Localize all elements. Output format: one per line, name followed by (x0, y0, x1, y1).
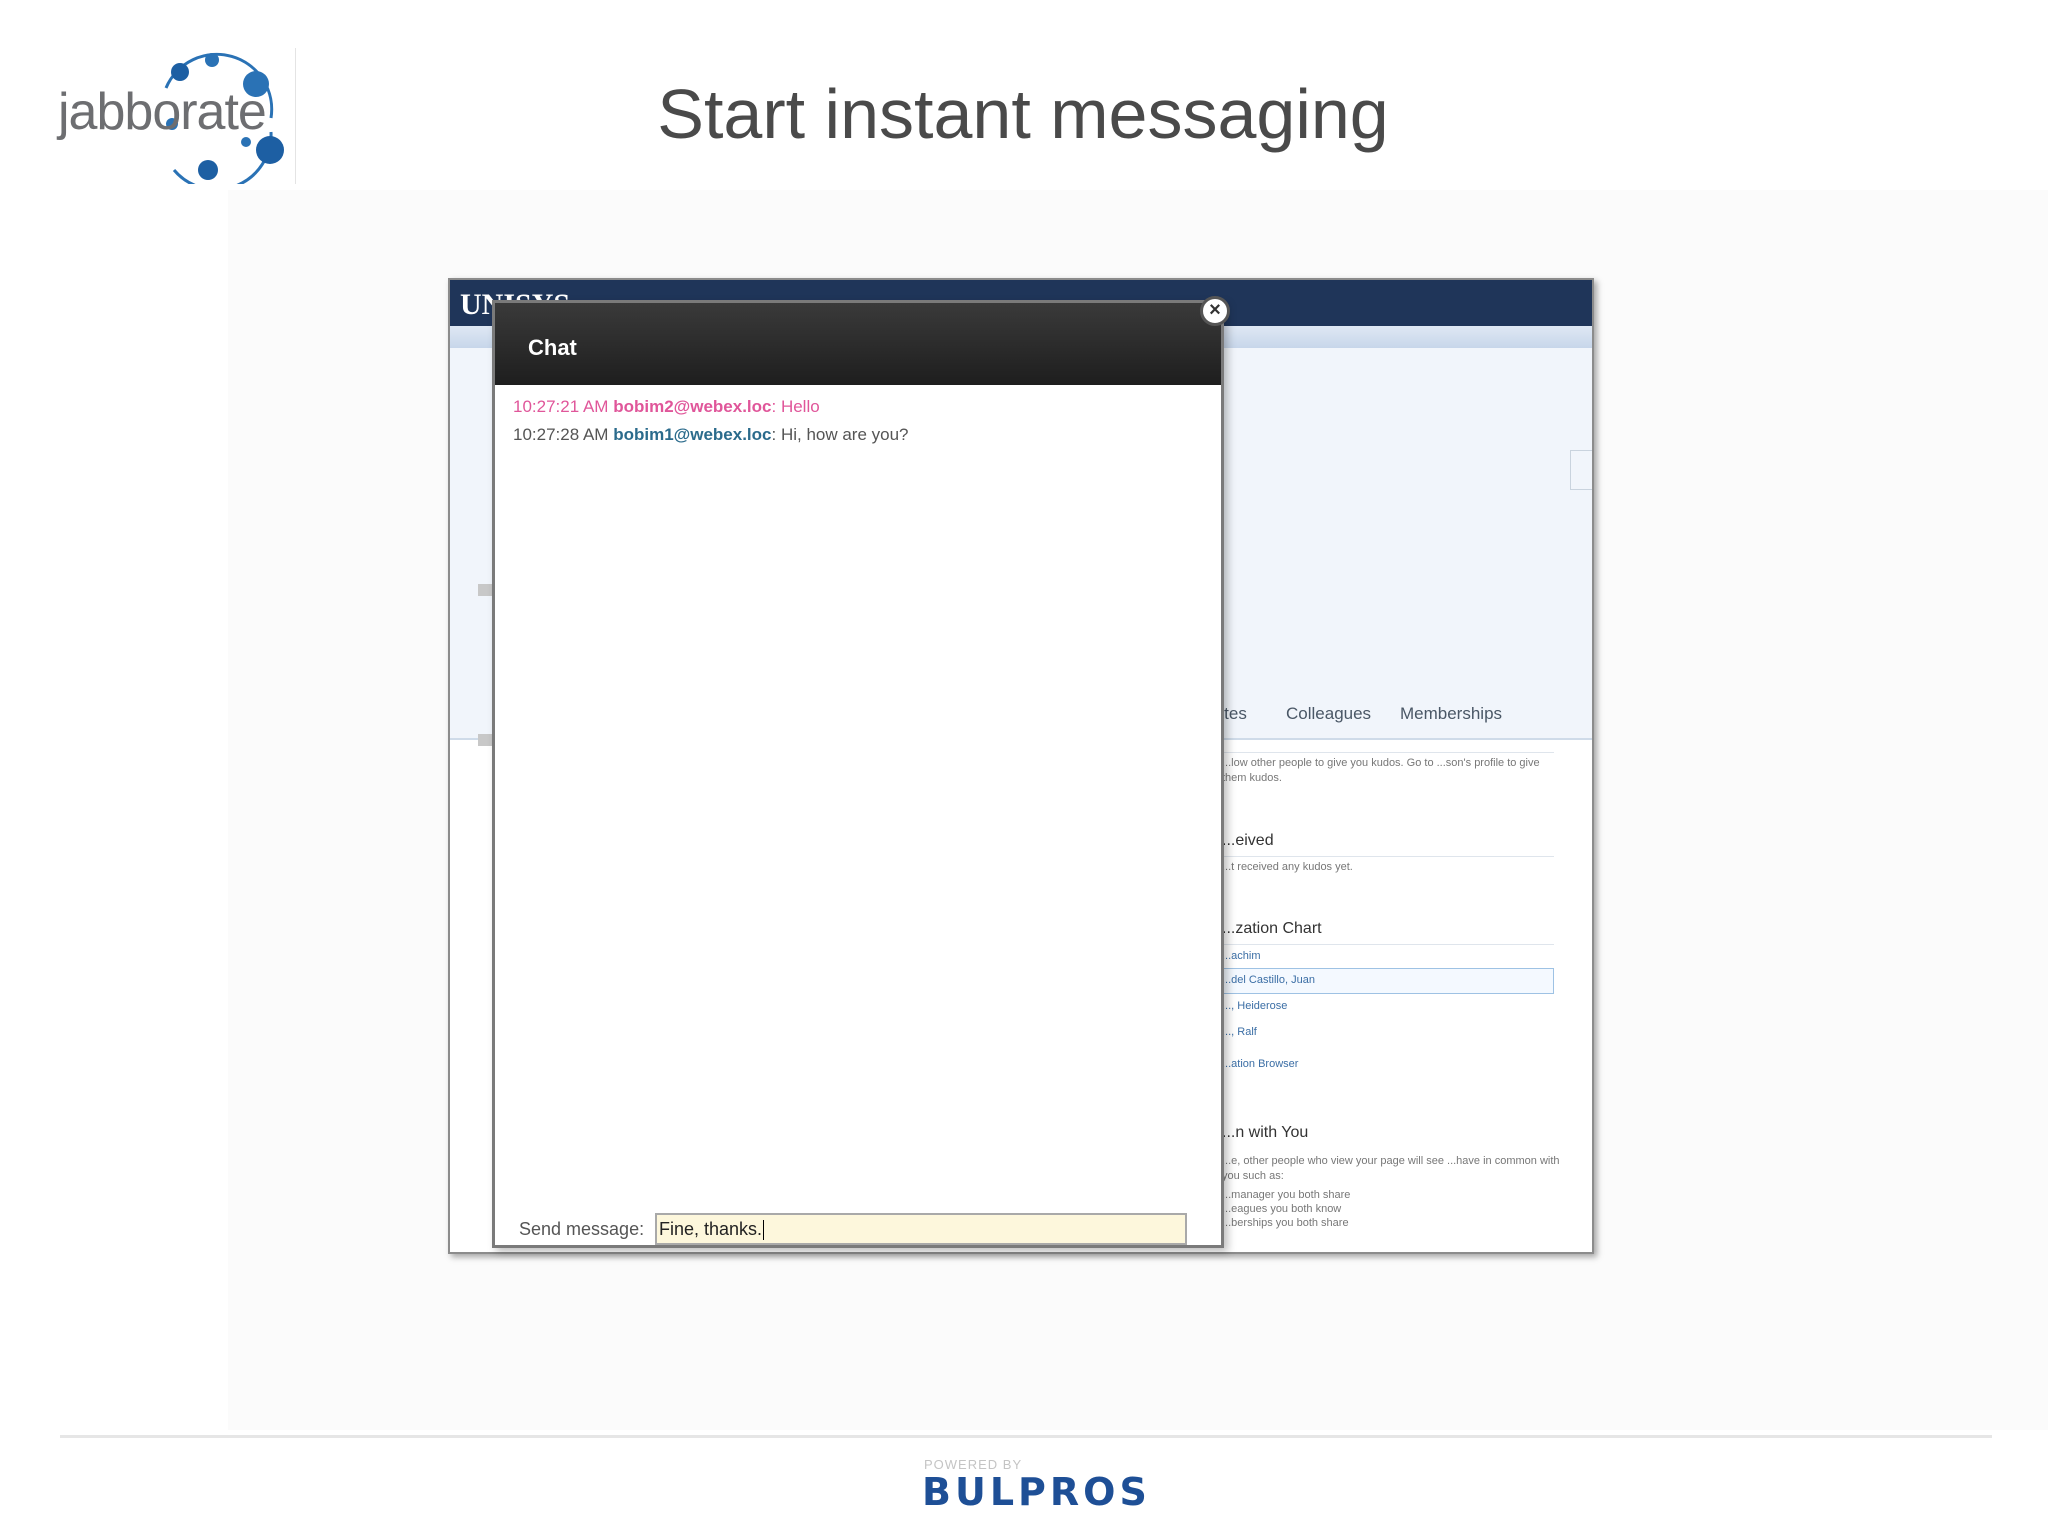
org-item[interactable]: ..., Ralf (1222, 1026, 1257, 1038)
org-item[interactable]: ..., Heiderose (1222, 1000, 1287, 1012)
tab-memberships[interactable]: Memberships (1400, 704, 1502, 724)
in-common-item: ...eagues you both know (1222, 1203, 1342, 1215)
message-time: 10:27:28 AM (513, 425, 609, 444)
message-sender: bobim1@webex.loc (613, 425, 772, 444)
message-sender: bobim2@webex.loc (613, 397, 772, 416)
kudos-note: ...low other people to give you kudos. G… (1222, 757, 1540, 784)
slide: jabborate Start instant messaging UNISYS… (0, 0, 2048, 1536)
org-chart-heading: ...zation Chart (1222, 920, 1322, 937)
message-outgoing: 10:27:28 AM bobim1@webex.loc: Hi, how ar… (513, 425, 909, 444)
chat-window: Chat 10:27:21 AM bobim2@webex.loc: Hello… (492, 300, 1224, 1248)
tab-colleagues[interactable]: Colleagues (1286, 704, 1371, 724)
chat-header[interactable]: Chat (495, 303, 1221, 385)
send-message-input[interactable]: Fine, thanks. (655, 1213, 1187, 1245)
divider (1210, 752, 1554, 753)
footer-divider (60, 1435, 1992, 1438)
message-text: Hi, how are you? (780, 425, 909, 444)
in-common-item: ...berships you both share (1222, 1217, 1349, 1229)
text-caret (763, 1220, 765, 1241)
received-note: ...t received any kudos yet. (1222, 861, 1353, 873)
org-item[interactable]: ...del Castillo, Juan (1222, 974, 1315, 986)
divider (1210, 944, 1554, 945)
in-common-item: ...manager you both share (1222, 1189, 1351, 1201)
message-text: Hello (780, 397, 820, 416)
message-time: 10:27:21 AM (513, 397, 609, 416)
in-common-note: ...e, other people who view your page wi… (1222, 1155, 1560, 1182)
in-common-heading: ...n with You (1222, 1124, 1309, 1141)
received-heading: ...eived (1222, 832, 1274, 849)
org-item[interactable]: ...achim (1222, 950, 1261, 962)
slide-title: Start instant messaging (657, 75, 1389, 153)
close-icon[interactable]: × (1200, 296, 1230, 326)
divider (1210, 856, 1554, 857)
org-browser-link[interactable]: ...ation Browser (1222, 1058, 1298, 1070)
message-list: 10:27:21 AM bobim2@webex.loc: Hello 10:2… (513, 393, 1203, 449)
bulpros-logo: BULPROS (922, 1470, 1151, 1514)
chat-title: Chat (528, 335, 577, 360)
send-message-label: Send message: (519, 1219, 645, 1239)
send-message-row: Send message: Fine, thanks. (519, 1213, 1209, 1247)
message-incoming: 10:27:21 AM bobim2@webex.loc: Hello (513, 397, 820, 416)
profile-box (1570, 450, 1592, 490)
